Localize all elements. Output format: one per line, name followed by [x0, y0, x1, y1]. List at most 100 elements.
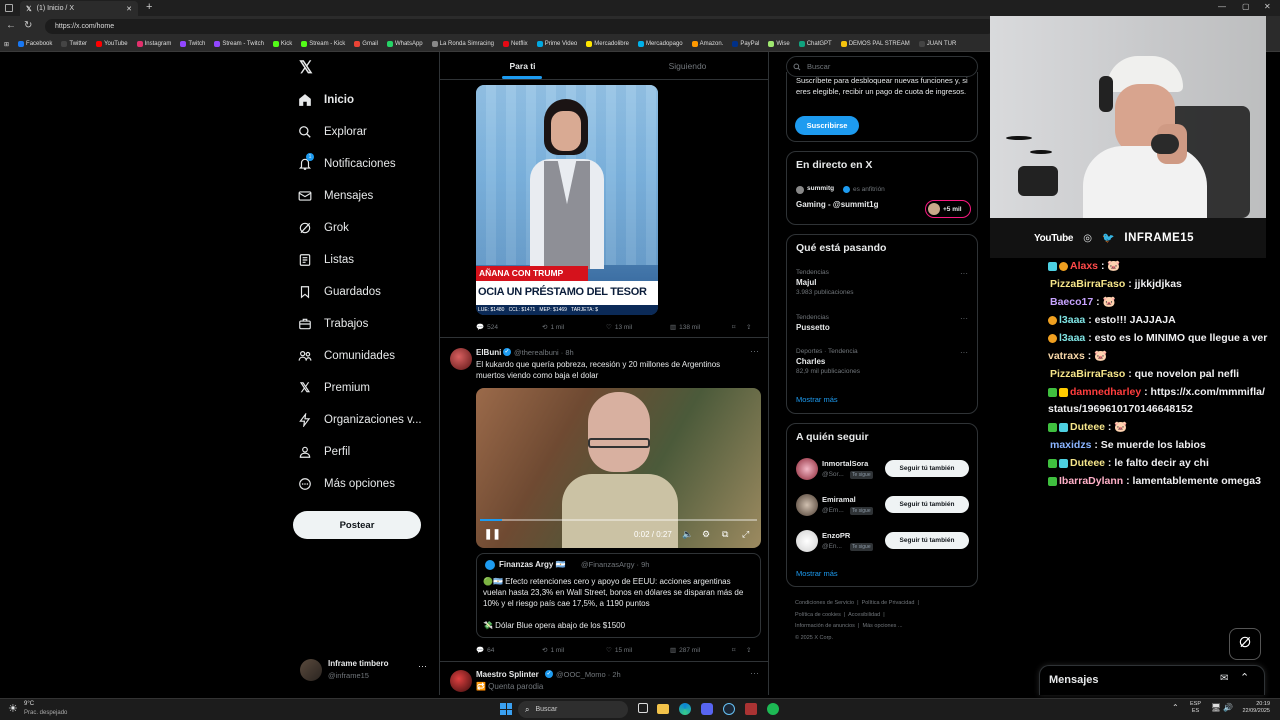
bookmark-item[interactable]: PayPal — [732, 41, 759, 47]
settings-icon[interactable]: ⚙ — [702, 529, 710, 540]
bookmark-item[interactable]: ChatGPT — [798, 41, 832, 47]
app-icon[interactable] — [745, 703, 757, 715]
bookmark-item[interactable]: Twitch — [180, 41, 205, 47]
discord-icon[interactable] — [701, 703, 713, 715]
tweet-author-name[interactable]: ElBuni — [476, 348, 501, 357]
nav-item-grok[interactable]: Grok — [298, 213, 349, 243]
footer-link[interactable]: Información de anuncios — [795, 623, 855, 629]
x-logo-icon[interactable]: 𝕏 — [299, 58, 313, 78]
live-listeners-pill[interactable]: +5 mil — [925, 200, 971, 218]
new-tab-icon[interactable]: + — [146, 1, 152, 13]
footer-link[interactable]: Política de Privacidad — [862, 600, 915, 606]
clock[interactable]: 20:19 22/09/2025 — [1236, 701, 1270, 716]
bookmark-item[interactable]: Gmail — [354, 41, 378, 47]
follow-name[interactable]: Emiramal — [822, 495, 856, 504]
steam-icon[interactable] — [723, 703, 735, 715]
chat-user[interactable]: vatraxs — [1048, 350, 1085, 362]
avatar[interactable] — [796, 494, 818, 516]
more-icon[interactable]: ··· — [960, 314, 968, 323]
start-icon[interactable] — [500, 703, 512, 715]
tab-para-ti[interactable]: Para ti — [440, 52, 605, 79]
edge-icon[interactable] — [679, 703, 691, 715]
bookmark-item[interactable]: Stream - Kick — [301, 41, 345, 47]
bookmark-icon[interactable]: ⌑ — [732, 646, 746, 654]
show-more-link[interactable]: Mostrar más — [796, 569, 838, 578]
chat-user[interactable]: IbarraDylann — [1059, 475, 1123, 487]
bookmark-item[interactable]: Prime Video — [536, 41, 577, 47]
network-icon[interactable]: 🖥 — [1211, 703, 1221, 712]
spotify-icon[interactable] — [767, 703, 779, 715]
task-view-icon[interactable] — [638, 703, 648, 713]
grok-floating-button[interactable] — [1229, 628, 1261, 660]
nav-item-organizaciones[interactable]: Organizaciones v... — [298, 405, 422, 435]
follow-name[interactable]: InmortalSora — [822, 459, 868, 468]
bookmark-apps-icon[interactable]: ⊞ — [4, 41, 9, 48]
more-icon[interactable]: ··· — [750, 668, 759, 678]
bookmark-item[interactable]: Mercadopago — [637, 41, 683, 47]
language-indicator[interactable]: ESP ES — [1190, 701, 1201, 715]
bookmark-item[interactable]: Mercadolibre — [586, 41, 629, 47]
messages-drawer[interactable]: Mensajes ✉ ⌃ — [1039, 665, 1265, 695]
nav-item-guardados[interactable]: Guardados — [298, 277, 381, 307]
bookmark-item[interactable]: Stream - Twitch — [214, 41, 264, 47]
nav-item-comunidades[interactable]: Comunidades — [298, 341, 395, 371]
trend-item[interactable]: Deportes · Tendencia Charles 82,9 mil pu… — [796, 348, 972, 375]
chat-user[interactable]: Duteee — [1070, 421, 1105, 433]
browser-tab[interactable]: 𝕏 (1) Inicio / X ✕ — [20, 1, 138, 16]
like-button[interactable]: ♡ 13 mil — [606, 323, 670, 332]
nav-item-premium[interactable]: 𝕏 Premium — [298, 373, 370, 403]
tab-siguiendo[interactable]: Siguiendo — [605, 52, 768, 79]
footer-link[interactable]: Accesibilidad — [848, 612, 880, 618]
avatar[interactable] — [796, 458, 818, 480]
expand-icon[interactable]: ⌃ — [1240, 671, 1249, 684]
more-icon[interactable]: ··· — [960, 348, 968, 357]
volume-icon[interactable]: 🔊 — [1223, 703, 1233, 712]
bookmark-item[interactable]: Amazon. — [691, 41, 723, 47]
bookmark-item[interactable]: YouTube — [96, 41, 128, 47]
share-icon[interactable]: ⇪ — [746, 646, 751, 654]
chat-user[interactable]: PizzaBirraFaso — [1050, 368, 1125, 380]
chat-user[interactable]: Baeco17 — [1050, 296, 1093, 308]
search-input[interactable]: Buscar — [807, 62, 830, 71]
bookmark-item[interactable]: DEMOS PAL STREAM — [840, 41, 910, 47]
url-field[interactable]: https://x.com/home — [45, 19, 995, 34]
back-icon[interactable]: ← — [6, 20, 16, 31]
chat-user[interactable]: l3aaa — [1059, 314, 1085, 326]
bookmark-icon[interactable]: ⌑ — [732, 323, 746, 331]
avatar[interactable] — [796, 530, 818, 552]
tray-chevron-icon[interactable]: ⌃ — [1172, 703, 1179, 712]
tweet-image[interactable]: AÑANA CON TRUMP OCIA UN PRÉSTAMO DEL TES… — [476, 85, 658, 315]
follow-name[interactable]: EnzoPR — [822, 531, 850, 540]
nav-item-perfil[interactable]: Perfil — [298, 437, 350, 467]
live-host[interactable]: summitg — [807, 185, 834, 192]
nav-item-trabajos[interactable]: Trabajos — [298, 309, 368, 339]
show-more-link[interactable]: Mostrar más — [796, 395, 838, 404]
reply-button[interactable]: 💬 64 — [476, 646, 542, 655]
mute-icon[interactable]: 🔈 — [682, 529, 693, 540]
follow-button[interactable]: Seguir tú también — [885, 496, 969, 513]
tab-close-icon[interactable]: ✕ — [126, 5, 132, 13]
account-switcher[interactable]: Inframe timbero @inframe15 ··· — [298, 656, 430, 684]
nav-item-notificaciones[interactable]: 1 Notificaciones — [298, 149, 396, 179]
more-icon[interactable]: ··· — [960, 269, 968, 278]
avatar[interactable] — [450, 348, 472, 370]
footer-link[interactable]: Más opciones ... — [862, 623, 902, 629]
new-message-icon[interactable]: ✉ — [1220, 673, 1228, 684]
chat-user[interactable]: Alaxs — [1070, 260, 1098, 272]
quoted-tweet[interactable]: Finanzas Argy 🇦🇷 @FinanzasArgy · 9h 🟢🇦🇷 … — [476, 553, 761, 638]
chat-user[interactable]: maxidzs — [1050, 439, 1091, 451]
follow-button[interactable]: Seguir tú también — [885, 532, 969, 549]
chat-user[interactable]: damnedharley — [1070, 386, 1141, 398]
close-window-icon[interactable]: ✕ — [1264, 2, 1271, 11]
live-space-title[interactable]: Gaming - @summit1g — [796, 200, 878, 209]
footer-link[interactable]: Política de cookies — [795, 612, 841, 618]
bookmark-item[interactable]: Instagram — [136, 41, 171, 47]
video-progress[interactable] — [480, 519, 757, 521]
trend-item[interactable]: Tendencias Majul 3.983 publicaciones ··· — [796, 269, 972, 296]
reload-icon[interactable]: ↻ — [24, 20, 32, 31]
nav-item-explorar[interactable]: Explorar — [298, 117, 367, 147]
nav-item-mas-opciones[interactable]: Más opciones — [298, 469, 395, 499]
repost-button[interactable]: ⟲ 1 mil — [542, 323, 606, 332]
avatar[interactable] — [450, 670, 472, 692]
bookmark-item[interactable]: Netflix — [503, 41, 528, 47]
